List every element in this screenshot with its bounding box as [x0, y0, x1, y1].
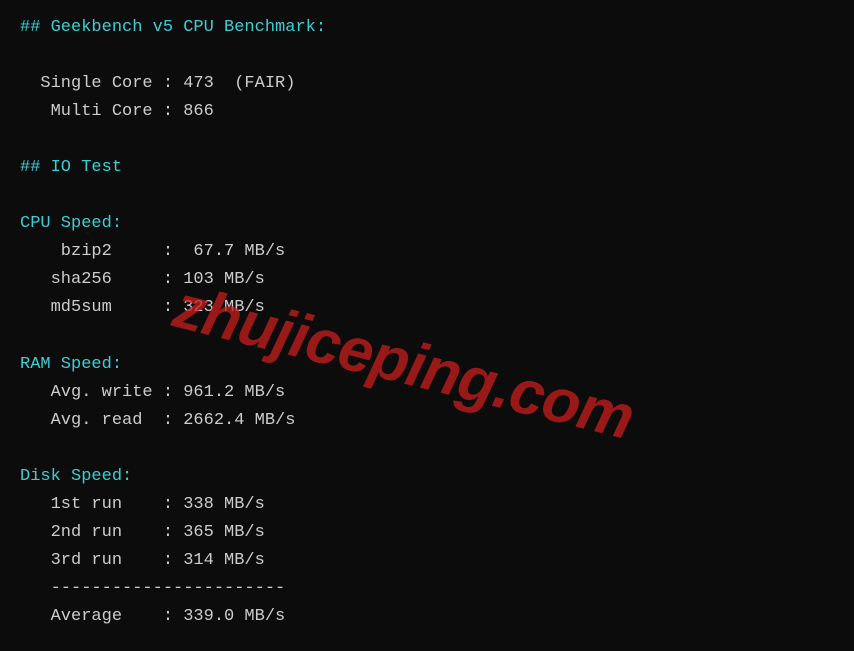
blank-line: [20, 126, 834, 154]
terminal-output: ## Geekbench v5 CPU Benchmark: Single Co…: [20, 14, 834, 631]
geekbench-header: ## Geekbench v5 CPU Benchmark:: [20, 14, 834, 42]
blank-line: [20, 182, 834, 210]
cpu-speed-header: CPU Speed:: [20, 210, 834, 238]
disk-run1-line: 1st run : 338 MB/s: [20, 491, 834, 519]
multi-core-line: Multi Core : 866: [20, 98, 834, 126]
bzip2-line: bzip2 : 67.7 MB/s: [20, 238, 834, 266]
ram-speed-header: RAM Speed:: [20, 351, 834, 379]
ram-read-line: Avg. read : 2662.4 MB/s: [20, 407, 834, 435]
md5sum-line: md5sum : 323 MB/s: [20, 294, 834, 322]
disk-run2-line: 2nd run : 365 MB/s: [20, 519, 834, 547]
disk-average-line: Average : 339.0 MB/s: [20, 603, 834, 631]
ram-write-line: Avg. write : 961.2 MB/s: [20, 379, 834, 407]
disk-run3-line: 3rd run : 314 MB/s: [20, 547, 834, 575]
blank-line: [20, 435, 834, 463]
blank-line: [20, 42, 834, 70]
io-test-header: ## IO Test: [20, 154, 834, 182]
disk-speed-header: Disk Speed:: [20, 463, 834, 491]
disk-divider-line: -----------------------: [20, 575, 834, 603]
sha256-line: sha256 : 103 MB/s: [20, 266, 834, 294]
single-core-line: Single Core : 473 (FAIR): [20, 70, 834, 98]
blank-line: [20, 323, 834, 351]
